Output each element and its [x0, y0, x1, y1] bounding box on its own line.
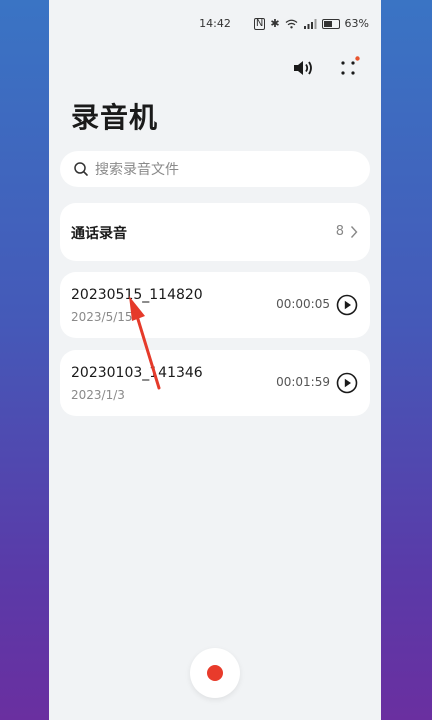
page-title: 录音机	[71, 101, 159, 134]
recording-item[interactable]: 20230515_114820 2023/5/15 00:00:05	[60, 272, 370, 338]
wifi-icon	[285, 19, 297, 28]
battery-icon	[321, 18, 340, 29]
call-recordings-count: 8	[335, 224, 344, 239]
recording-duration: 00:00:05	[276, 297, 330, 311]
chevron-right-icon	[350, 226, 358, 238]
recording-name: 20230103_141346	[71, 365, 203, 381]
more-icon	[341, 56, 360, 75]
bluetooth-icon: ✱	[270, 17, 280, 30]
battery-percent: 63%	[344, 17, 369, 30]
play-icon[interactable]	[336, 372, 358, 394]
app-window: 14:42 N ✱ 63% 录音机 搜索录音文件 通话录音 8 20230515…	[49, 0, 381, 720]
speaker-icon	[294, 61, 312, 75]
recording-duration: 00:01:59	[276, 375, 330, 389]
search-icon	[74, 162, 88, 176]
record-button[interactable]	[190, 648, 240, 698]
nfc-icon: N	[253, 17, 266, 30]
more-button[interactable]	[336, 56, 360, 80]
search-bar[interactable]: 搜索录音文件	[60, 151, 370, 187]
call-recordings-item[interactable]: 通话录音 8	[60, 203, 370, 261]
signal-icon	[303, 18, 317, 29]
search-placeholder: 搜索录音文件	[95, 162, 179, 178]
call-recordings-label: 通话录音	[71, 226, 127, 242]
speaker-button[interactable]	[291, 56, 315, 80]
status-bar: 14:42 N ✱ 63%	[49, 0, 381, 46]
play-icon[interactable]	[336, 294, 358, 316]
notification-dot	[355, 56, 360, 61]
recording-date: 2023/5/15	[71, 310, 133, 324]
recording-name: 20230515_114820	[71, 287, 203, 303]
record-icon	[207, 665, 223, 681]
recording-item[interactable]: 20230103_141346 2023/1/3 00:01:59	[60, 350, 370, 416]
status-icons: N ✱ 63%	[253, 17, 369, 30]
recording-date: 2023/1/3	[71, 388, 125, 402]
